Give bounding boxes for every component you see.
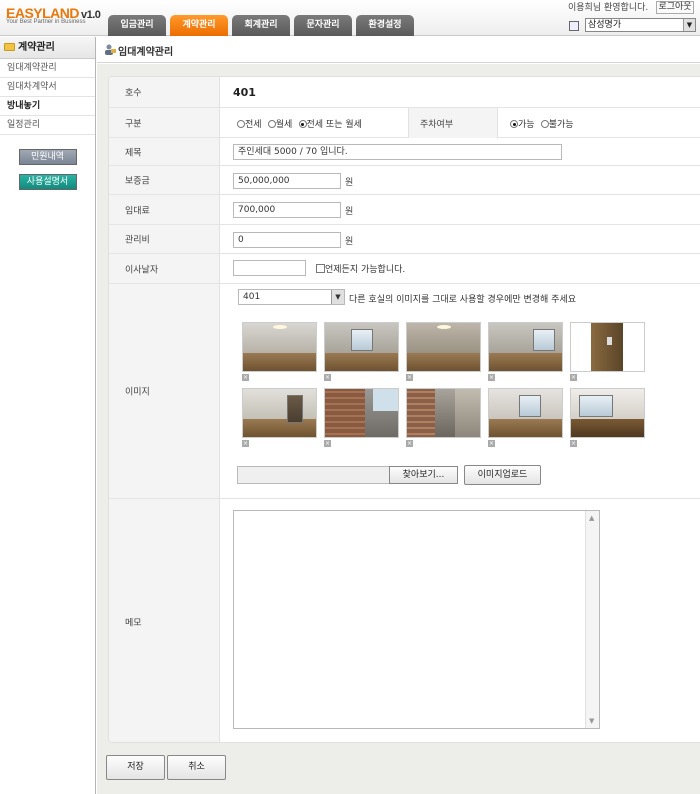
chevron-down-icon: ▼ (331, 290, 344, 304)
row-memo: 메모 ▲ ▼ (109, 499, 700, 742)
page-title: 임대계약관리 (118, 47, 174, 58)
room-image-2[interactable] (324, 322, 399, 372)
delete-image-icon[interactable]: × (242, 374, 249, 381)
fee-label: 관리비 (125, 235, 150, 246)
image-label: 이미지 (125, 387, 150, 398)
tab-settings[interactable]: 환경설정 (356, 15, 414, 36)
room-image-8[interactable] (406, 388, 481, 438)
anytime-label: 언제든지 가능합니다. (325, 265, 406, 275)
file-path-input[interactable] (237, 466, 390, 484)
welcome-text: 이용희님 환영합니다. (568, 3, 649, 13)
sidebar-item-lease-contract[interactable]: 임대차계약서 (0, 78, 95, 97)
delete-image-icon[interactable]: × (406, 440, 413, 447)
building-icon (569, 21, 579, 31)
type-label: 구분 (125, 119, 142, 129)
room-image-9[interactable] (488, 388, 563, 438)
rent-label: 임대료 (125, 206, 150, 216)
parking-radio-group: 가능 불가능 (510, 117, 577, 130)
room-image-5[interactable] (570, 322, 645, 372)
deposit-unit: 원 (345, 178, 354, 188)
complaint-history-button[interactable]: 민원내역 (18, 149, 77, 165)
sidebar: 계약관리 임대계약관리 임대차계약서 방내놓기 일정관리 민원내역 사용설명서 (0, 37, 96, 794)
type-radio-group: 전세 월세 전세 또는 월세 (237, 117, 365, 130)
move-date-input[interactable] (233, 260, 306, 276)
delete-image-icon[interactable]: × (488, 374, 495, 381)
room-value: 401 (233, 86, 256, 99)
delete-image-icon[interactable]: × (488, 440, 495, 447)
anytime-checkbox[interactable] (316, 264, 325, 273)
type-radio-jeonse[interactable] (237, 120, 245, 128)
delete-image-icon[interactable]: × (324, 374, 331, 381)
type-radio-either[interactable] (298, 120, 307, 128)
subject-input[interactable]: 주인세대 5000 / 70 입니다. (233, 144, 562, 160)
deposit-input[interactable]: 50,000,000 (233, 173, 341, 189)
type-radio-wolse[interactable] (267, 120, 276, 128)
row-move-date: 이사날자 언제든지 가능합니다. (109, 254, 700, 284)
building-select[interactable]: 삼성명가 ▼ (585, 18, 696, 32)
user-manual-button[interactable]: 사용설명서 (18, 174, 77, 190)
fee-unit: 원 (345, 237, 354, 247)
page-header: 임대계약관리 (97, 37, 700, 63)
scroll-up-icon[interactable]: ▲ (589, 514, 594, 522)
tab-accounting[interactable]: 회계관리 (232, 15, 290, 36)
row-room: 호수 401 (109, 77, 700, 108)
person-icon (105, 44, 116, 55)
row-images: 이미지 401 ▼ 다른 호실의 이미지를 그대로 사용할 경우에만 변경해 주세… (109, 284, 700, 499)
tab-contract[interactable]: 계약관리 (170, 15, 228, 36)
delete-image-icon[interactable]: × (406, 374, 413, 381)
sidebar-item-list-room[interactable]: 방내놓기 (0, 97, 95, 116)
image-hint: 다른 호실의 이미지를 그대로 사용할 경우에만 변경해 주세요 (349, 295, 577, 305)
memo-label: 메모 (125, 618, 142, 628)
sidebar-item-schedule[interactable]: 일정관리 (0, 116, 95, 135)
deposit-label: 보증금 (125, 176, 150, 187)
sidebar-title: 계약관리 (0, 37, 95, 59)
parking-radio-yes[interactable] (510, 120, 518, 128)
parking-radio-no[interactable] (540, 120, 549, 128)
logout-button[interactable]: 로그아웃 (656, 1, 694, 14)
tab-sms[interactable]: 문자관리 (294, 15, 352, 36)
room-label: 호수 (125, 88, 142, 99)
delete-image-icon[interactable]: × (324, 440, 331, 447)
room-image-1[interactable] (242, 322, 317, 372)
delete-image-icon[interactable]: × (570, 440, 577, 447)
sidebar-item-lease-management[interactable]: 임대계약관리 (0, 59, 95, 78)
row-management-fee: 관리비 0원 (109, 225, 700, 254)
room-image-3[interactable] (406, 322, 481, 372)
room-image-6[interactable] (242, 388, 317, 438)
fee-input[interactable]: 0 (233, 232, 341, 248)
lease-form: 호수 401 구분 전세 월세 전세 또는 월세 주차여부 가능 불가능 제목 … (108, 76, 700, 743)
row-deposit: 보증금 50,000,000 원 (109, 166, 700, 195)
room-image-7[interactable] (324, 388, 399, 438)
save-button[interactable]: 저장 (106, 755, 165, 780)
row-rent: 임대료 700,000 원 (109, 195, 700, 225)
folder-icon (4, 43, 15, 51)
main-tabs: 입금관리 계약관리 회계관리 문자관리 환경설정 (108, 15, 418, 36)
top-header: EASYLAND v1.0 Your Best Partner in Busine… (0, 0, 700, 36)
rent-unit: 원 (345, 207, 354, 217)
room-image-10[interactable] (570, 388, 645, 438)
delete-image-icon[interactable]: × (570, 374, 577, 381)
room-image-4[interactable] (488, 322, 563, 372)
image-room-select[interactable]: 401 ▼ (238, 289, 345, 305)
chevron-down-icon: ▼ (683, 19, 695, 31)
subject-label: 제목 (125, 148, 142, 158)
memo-textarea[interactable]: ▲ ▼ (233, 510, 600, 729)
cancel-button[interactable]: 취소 (167, 755, 226, 780)
parking-label: 주차여부 (420, 120, 454, 130)
row-type: 구분 전세 월세 전세 또는 월세 주차여부 가능 불가능 (109, 108, 700, 138)
tab-deposit[interactable]: 입금관리 (108, 15, 166, 36)
memo-scrollbar[interactable]: ▲ ▼ (585, 511, 599, 728)
rent-input[interactable]: 700,000 (233, 202, 341, 218)
move-date-label: 이사날자 (125, 265, 159, 275)
row-subject: 제목 주인세대 5000 / 70 입니다. (109, 138, 700, 166)
browse-button[interactable]: 찾아보기... (389, 466, 458, 484)
logo-tagline: Your Best Partner in Business (6, 19, 86, 25)
image-upload-button[interactable]: 이미지업로드 (464, 465, 541, 485)
delete-image-icon[interactable]: × (242, 440, 249, 447)
scroll-down-icon[interactable]: ▼ (589, 717, 594, 725)
